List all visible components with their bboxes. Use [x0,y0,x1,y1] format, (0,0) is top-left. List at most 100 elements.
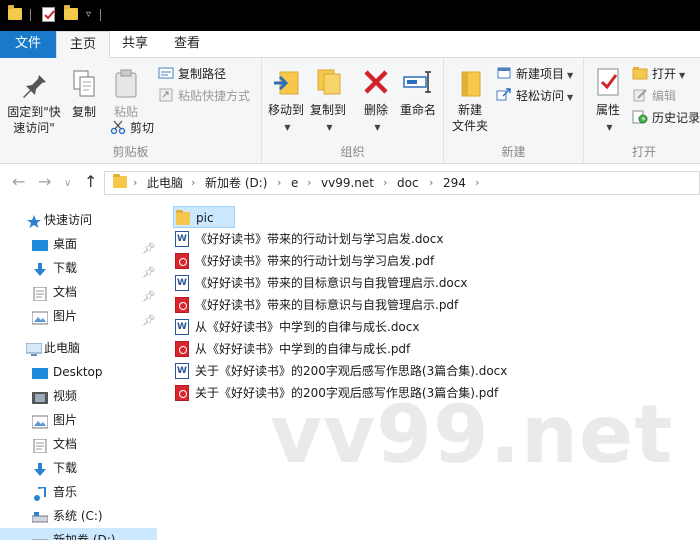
nav-label: 下载 [53,261,78,275]
copy-path-button[interactable]: 复制路径 [158,64,226,84]
back-arrow-icon[interactable]: ← [12,173,25,191]
new-item-button[interactable]: 新建项目 ▼ [496,64,573,84]
breadcrumb-doc[interactable]: doc [397,175,419,191]
properties-button[interactable]: 属性 ▼ [590,66,626,136]
nav-documents[interactable]: 文档 📌︎ [0,280,157,304]
breadcrumb-e[interactable]: e [291,175,298,191]
nav-label: 文档 [53,285,78,299]
forward-arrow-icon[interactable]: → [38,173,51,191]
tab-home[interactable]: 主页 [56,31,110,59]
nav-this-pc[interactable]: 此电脑 [0,336,157,360]
nav-system-c[interactable]: 系统 (C:) [0,504,157,528]
folder-icon[interactable] [8,5,22,20]
rename-label: 重命名 [399,103,436,117]
nav-label: 新加卷 (D:) [53,533,116,540]
cut-button[interactable]: 剪切 [110,118,154,138]
breadcrumb-this-pc[interactable]: 此电脑 [147,175,183,191]
word-document-icon [175,363,189,379]
list-item-file[interactable]: 从《好好读书》中学到的自律与成长.pdf [173,338,593,360]
document-icon [32,285,48,302]
folder-icon [176,210,190,225]
chevron-down-icon: ▼ [284,123,291,132]
list-item-file[interactable]: 从《好好读书》中学到的自律与成长.docx [173,316,593,338]
separator [30,9,31,21]
nav-downloads[interactable]: 下载 📌︎ [0,256,157,280]
move-to-button[interactable]: 移动到 ▼ [266,66,306,136]
easy-access-icon [496,88,512,102]
open-group: 属性 ▼ 打开 ▼ 编辑 历史记录 打开 [584,58,700,164]
pin-label-2: 速访问" [13,121,55,135]
customize-quick-access-icon[interactable]: ▿ [86,9,91,21]
chevron-down-icon: ▼ [326,123,333,132]
paste-shortcut-button[interactable]: 粘贴快捷方式 [158,86,250,106]
nav-label: 下载 [53,461,78,475]
nav-pc-downloads[interactable]: 下载 [0,456,157,480]
list-item-file[interactable]: 《好好读书》带来的行动计划与学习启发.pdf [173,250,593,272]
file-name: pic [196,211,214,225]
breadcrumb-294[interactable]: 294 [443,175,466,191]
paste-button[interactable]: 粘贴 [108,68,144,120]
move-to-icon [270,66,302,98]
nav-drive-d[interactable]: 新加卷 (D:) [0,528,157,540]
file-name: 《好好读书》带来的目标意识与自我管理启示.pdf [195,298,459,312]
nav-pictures[interactable]: 图片 📌︎ [0,304,157,328]
pdf-document-icon [175,297,189,313]
list-item-file[interactable]: 关于《好好读书》的200字观后感写作思路(3篇合集).docx [173,360,593,382]
nav-videos[interactable]: 视频 [0,384,157,408]
delete-label: 删除 [363,103,388,117]
watermark-text: vv99.net [270,388,674,481]
copy-button[interactable]: 复制 [66,68,102,120]
properties-check-icon[interactable] [42,7,55,22]
recent-locations-chevron-icon[interactable]: ∨ [64,175,71,193]
nav-quick-access[interactable]: 快速访问 [0,208,157,232]
picture-icon [31,309,49,325]
new-folder-quick-icon[interactable] [64,5,78,20]
tab-view[interactable]: 查看 [160,31,214,58]
pin-icon[interactable]: 📌︎ [142,309,156,333]
up-arrow-icon[interactable]: ↑ [84,173,97,191]
breadcrumb-vv99[interactable]: vv99.net [321,175,374,191]
pin-to-quick-access-button[interactable]: 固定到"快 速访问" [4,68,64,136]
rename-icon [402,66,434,98]
list-item-file[interactable]: 《好好读书》带来的目标意识与自我管理启示.docx [173,272,593,294]
pin-icon [18,68,50,100]
list-item-file[interactable]: 《好好读书》带来的目标意识与自我管理启示.pdf [173,294,593,316]
desktop-icon [32,365,48,379]
chevron-down-icon: ▼ [567,71,574,80]
music-note-icon [32,485,48,501]
open-button[interactable]: 打开 ▼ [632,64,685,84]
breadcrumb-drive-d[interactable]: 新加卷 (D:) [205,175,267,191]
nav-label: 音乐 [53,485,78,499]
address-bar[interactable]: › 此电脑 › 新加卷 (D:) › e › vv99.net › doc › … [104,171,700,195]
chevron-down-icon: ▼ [567,93,574,102]
list-item-file[interactable]: 《好好读书》带来的行动计划与学习启发.docx [173,228,593,250]
file-name: 从《好好读书》中学到的自律与成长.pdf [195,342,411,356]
open-label: 打开 [652,67,677,81]
breadcrumb-separator: › [191,176,196,189]
clipboard-group: 固定到"快 速访问" 复制 粘贴 复制路径 粘贴快捷方式 剪切 剪贴板 [0,58,262,164]
pdf-document-icon [175,253,189,269]
tab-share[interactable]: 共享 [110,31,160,58]
history-button[interactable]: 历史记录 [632,108,700,128]
list-item-folder[interactable]: pic [173,206,235,228]
nav-music[interactable]: 音乐 [0,480,157,504]
easy-access-button[interactable]: 轻松访问 ▼ [496,86,573,106]
delete-button[interactable]: 删除 ▼ [358,66,394,136]
breadcrumb-separator: › [429,176,434,189]
nav-pc-pictures[interactable]: 图片 [0,408,157,432]
nav-pc-desktop[interactable]: Desktop [0,360,157,384]
pdf-document-icon [175,385,189,401]
drive-icon [31,509,49,523]
rename-button[interactable]: 重命名 [396,66,440,118]
file-name: 《好好读书》带来的目标意识与自我管理启示.docx [195,276,468,290]
breadcrumb-separator: › [475,176,480,189]
edit-button[interactable]: 编辑 [632,86,676,106]
tab-file[interactable]: 文件 [0,31,56,58]
nav-pc-documents[interactable]: 文档 [0,432,157,456]
computer-icon [25,341,43,356]
nav-desktop[interactable]: 桌面 📌︎ [0,232,157,256]
new-folder-label-1: 新建 [457,103,482,117]
new-folder-button[interactable]: 新建 文件夹 [450,66,490,134]
copy-path-icon [158,66,174,80]
copy-to-button[interactable]: 复制到 ▼ [308,66,348,136]
